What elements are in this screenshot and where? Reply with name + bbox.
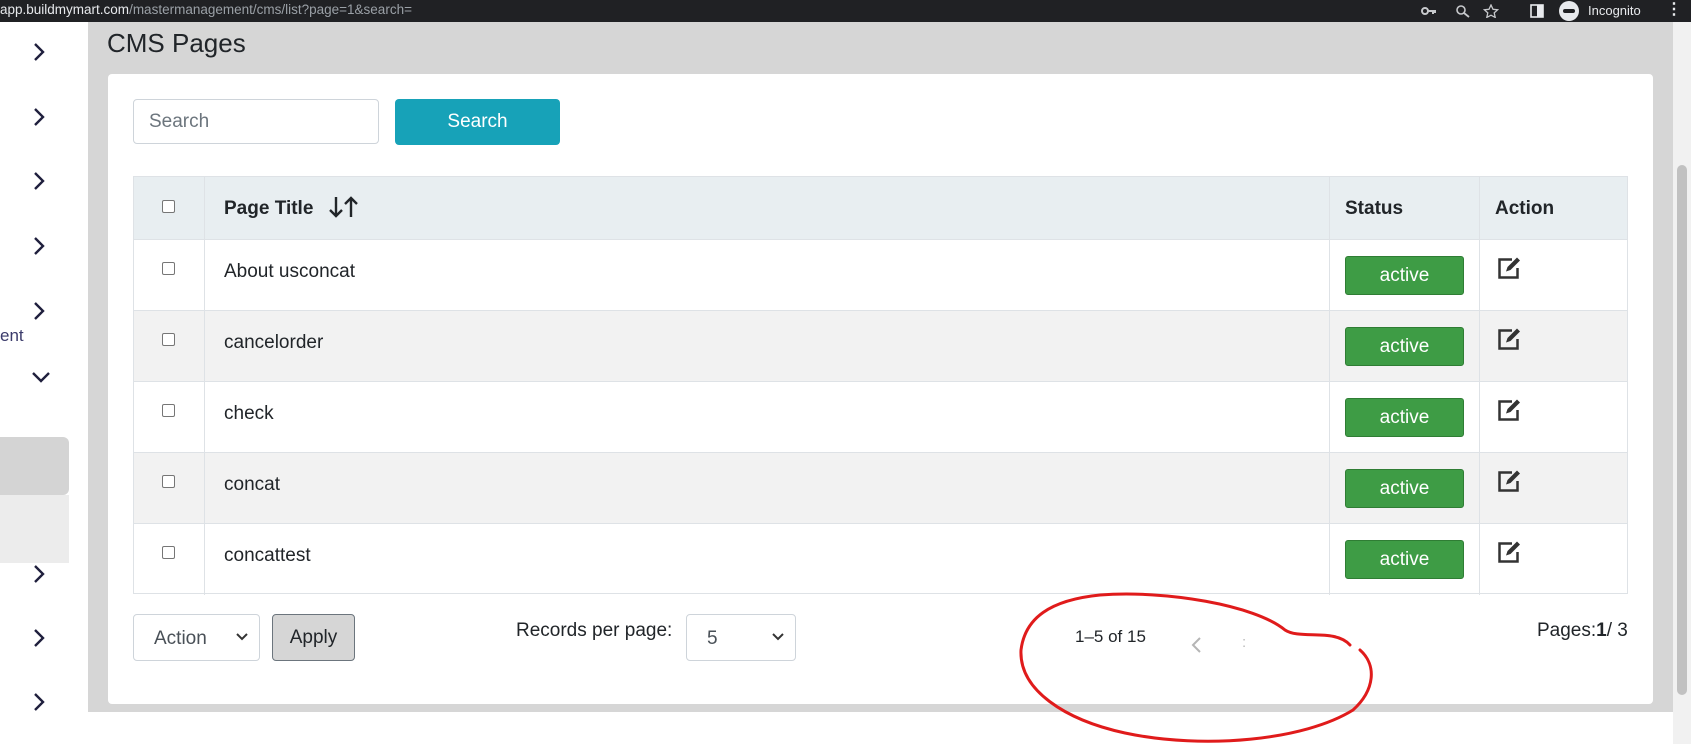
chevron-right-icon[interactable] <box>30 106 48 128</box>
edit-icon[interactable] <box>1495 327 1521 353</box>
edit-icon[interactable] <box>1495 256 1521 282</box>
address-bar[interactable]: app.buildmymart.com/mastermanagement/cms… <box>0 2 412 17</box>
search-input[interactable] <box>133 99 379 144</box>
column-header-action: Action <box>1495 198 1555 219</box>
edit-icon[interactable] <box>1495 398 1521 424</box>
page-title-cell: check <box>224 403 274 424</box>
chevron-right-icon[interactable] <box>30 41 48 63</box>
cms-pages-table: Page Title Status Action About usconcat … <box>133 176 1628 595</box>
chevron-right-icon[interactable] <box>30 627 48 649</box>
edit-icon[interactable] <box>1495 469 1521 495</box>
table-row: concattest active <box>134 524 1627 595</box>
sidebar-submenu <box>0 495 69 563</box>
red-circle-annotation <box>1019 592 1373 743</box>
page-title-cell: cancelorder <box>224 332 324 353</box>
sidepanel-icon[interactable] <box>1529 4 1545 18</box>
page-title-cell: About usconcat <box>224 261 355 282</box>
chevron-down-icon[interactable] <box>31 370 50 392</box>
page-title: CMS Pages <box>107 28 246 58</box>
kebab-menu-icon[interactable]: ⋮ <box>1666 2 1682 18</box>
chevron-right-icon[interactable] <box>30 235 48 257</box>
chevron-down-icon <box>236 633 248 641</box>
chevron-right-icon[interactable] <box>30 170 48 192</box>
table-row: About usconcat active <box>134 240 1627 311</box>
row-checkbox[interactable] <box>162 546 175 559</box>
edit-icon[interactable] <box>1495 540 1521 566</box>
star-icon[interactable] <box>1482 3 1500 19</box>
url-path: /mastermanagement/cms/list?page=1&search… <box>129 2 412 17</box>
bulk-action-value: Action <box>154 628 207 649</box>
chevron-right-icon[interactable] <box>30 300 48 322</box>
chevron-down-icon <box>772 633 784 641</box>
apply-button[interactable]: Apply <box>272 614 355 661</box>
key-icon[interactable] <box>1421 4 1437 18</box>
search-button[interactable]: Search <box>395 99 560 145</box>
row-checkbox[interactable] <box>162 404 175 417</box>
column-header-page-title[interactable]: Page Title <box>224 198 313 220</box>
chevron-right-icon[interactable] <box>30 563 48 585</box>
page-title-cell: concattest <box>224 545 311 566</box>
sort-arrows-icon[interactable] <box>327 194 361 220</box>
bulk-action-select[interactable]: Action <box>133 614 260 661</box>
status-badge[interactable]: active <box>1345 256 1464 295</box>
incognito-label: Incognito <box>1588 3 1641 18</box>
row-checkbox[interactable] <box>162 262 175 275</box>
records-per-page-value: 5 <box>707 628 718 649</box>
pages-indicator: Pages:1/ 3 <box>1537 620 1628 642</box>
sidebar-item-label: ent <box>0 326 24 345</box>
records-per-page-label: Records per page: <box>516 620 673 641</box>
status-badge[interactable]: active <box>1345 469 1464 508</box>
table-row: concat active <box>134 453 1627 524</box>
current-page: 1 <box>1596 620 1607 641</box>
zoom-icon[interactable] <box>1455 4 1471 18</box>
column-header-status: Status <box>1345 198 1404 219</box>
table-row: check active <box>134 382 1627 453</box>
status-badge[interactable]: active <box>1345 327 1464 366</box>
sidebar-item-active[interactable] <box>0 437 69 495</box>
records-per-page-select[interactable]: 5 <box>686 614 796 661</box>
pages-prefix: Pages: <box>1537 620 1597 641</box>
select-all-checkbox[interactable] <box>162 200 175 213</box>
pages-total: / 3 <box>1606 620 1628 641</box>
page-title-cell: concat <box>224 474 280 495</box>
status-badge[interactable]: active <box>1345 540 1464 579</box>
scrollbar-thumb[interactable] <box>1677 165 1687 695</box>
chevron-right-icon[interactable] <box>30 691 48 713</box>
url-host: app.buildmymart.com <box>0 2 130 17</box>
table-row: cancelorder active <box>134 311 1627 382</box>
browser-toolbar: app.buildmymart.com/mastermanagement/cms… <box>0 0 1691 22</box>
row-checkbox[interactable] <box>162 333 175 346</box>
status-badge[interactable]: active <box>1345 398 1464 437</box>
row-checkbox[interactable] <box>162 475 175 488</box>
incognito-icon[interactable] <box>1559 1 1579 21</box>
